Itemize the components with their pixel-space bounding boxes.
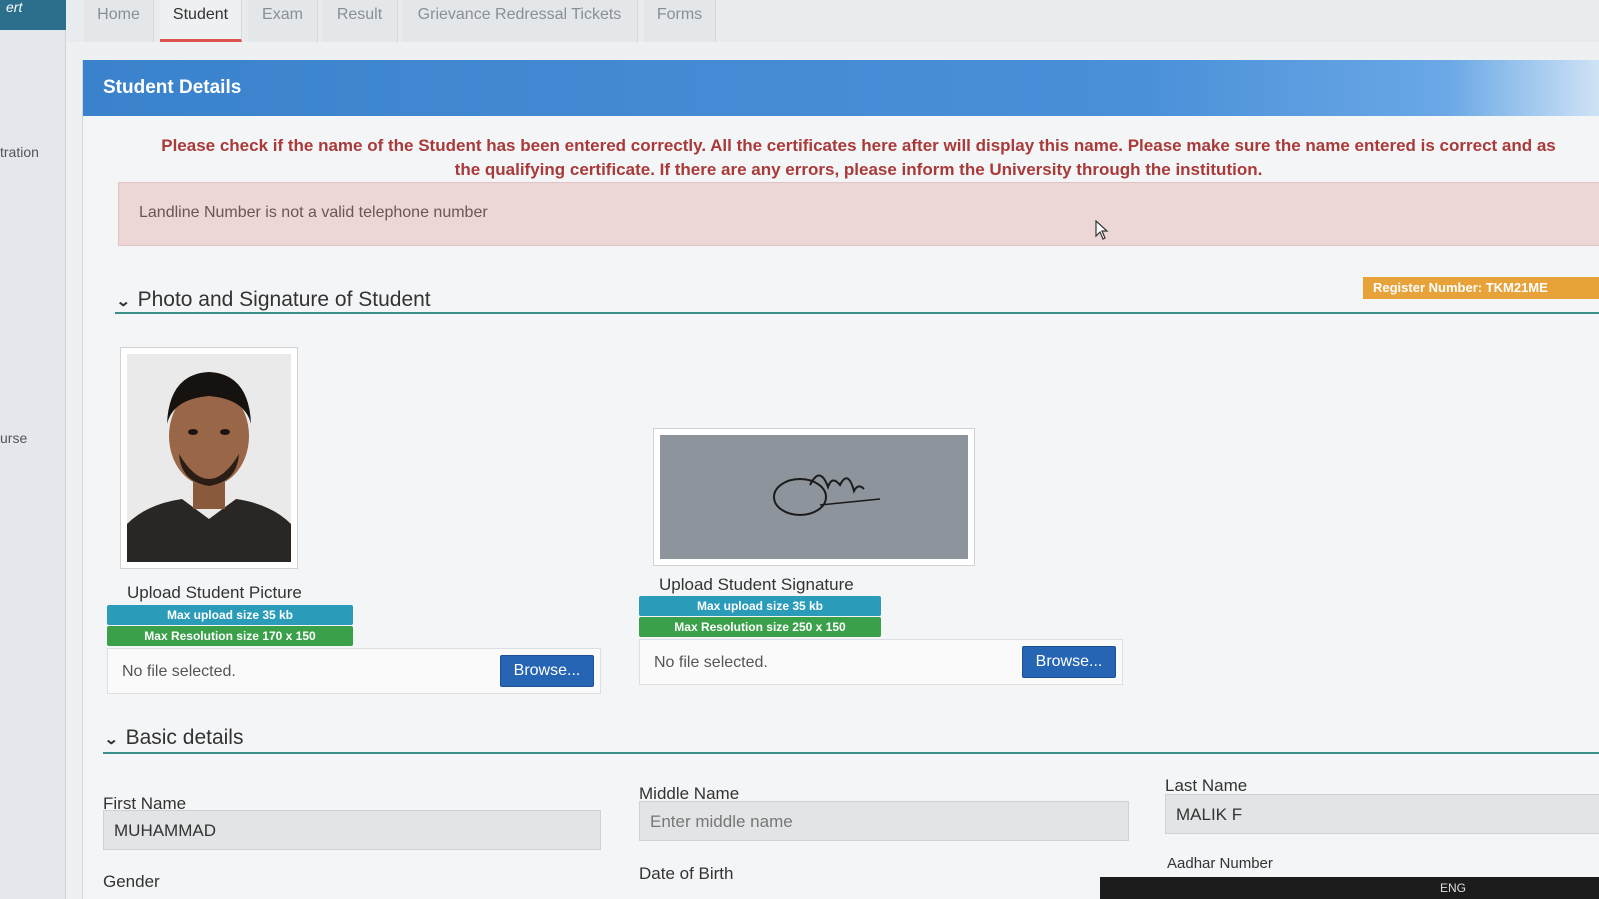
last-name-label: Last Name: [1165, 776, 1248, 795]
tab-grievance-redressal-tickets[interactable]: Grievance Redressal Tickets: [402, 0, 638, 42]
tab-exam[interactable]: Exam: [248, 0, 318, 42]
chevron-down-icon: ⌄: [115, 293, 131, 310]
picture-browse-button[interactable]: Browse...: [500, 655, 594, 687]
aadhar-number-label: Aadhar Number: [1167, 855, 1273, 872]
notice-line-2: the qualifying certificate. If there are…: [454, 160, 1263, 179]
section-title-basic-details: Basic details: [125, 726, 244, 749]
section-title-photo-signature: Photo and Signature of Student: [137, 288, 431, 311]
tab-result[interactable]: Result: [322, 0, 398, 42]
notice-line-1: Please check if the name of the Student …: [161, 136, 1556, 155]
middle-name-field[interactable]: Enter middle name: [639, 801, 1129, 841]
register-number-badge: Register Number: TKM21ME: [1363, 277, 1599, 299]
upload-signature-label: Upload Student Signature: [659, 575, 854, 594]
name-check-notice: Please check if the name of the Student …: [117, 134, 1599, 182]
validation-alert: Landline Number is not a valid telephone…: [118, 182, 1599, 246]
picture-file-status: No file selected.: [122, 663, 236, 680]
signature-max-resolution-badge: Max Resolution size 250 x 150: [639, 617, 881, 637]
section-divider: [103, 752, 1599, 754]
first-name-field[interactable]: MUHAMMAD: [103, 810, 601, 850]
signature-file-input[interactable]: No file selected. Browse...: [639, 639, 1123, 685]
person-portrait-icon: [127, 354, 291, 562]
section-header-photo-signature[interactable]: ⌄ Photo and Signature of Student: [115, 288, 431, 312]
panel-title: Student Details: [83, 60, 1599, 116]
signature-browse-button[interactable]: Browse...: [1022, 646, 1116, 678]
section-divider: [115, 312, 1599, 314]
top-nav: Home Student Exam Result Grievance Redre…: [66, 0, 1599, 42]
tab-forms[interactable]: Forms: [644, 0, 716, 42]
student-photo-image: [127, 354, 291, 562]
gender-label: Gender: [103, 872, 160, 891]
signature-file-status: No file selected.: [654, 654, 768, 671]
sidebar-brand: ert: [0, 0, 66, 30]
mouse-cursor-icon: [1095, 220, 1109, 240]
student-signature-image: [660, 435, 968, 559]
picture-file-input[interactable]: No file selected. Browse...: [107, 648, 601, 694]
picture-max-size-badge: Max upload size 35 kb: [107, 605, 353, 625]
student-photo: [120, 347, 298, 569]
sidebar-item-course[interactable]: urse: [0, 430, 27, 446]
section-header-basic-details[interactable]: ⌄ Basic details: [103, 726, 244, 750]
signature-scribble-icon: [773, 474, 881, 516]
os-taskbar: ENG: [1100, 877, 1599, 899]
chevron-down-icon: ⌄: [103, 731, 119, 748]
date-of-birth-label: Date of Birth: [639, 864, 734, 883]
picture-max-resolution-badge: Max Resolution size 170 x 150: [107, 626, 353, 646]
sidebar-item-registration[interactable]: tration: [0, 144, 39, 160]
left-sidebar: ert tration urse: [0, 0, 66, 899]
upload-picture-label: Upload Student Picture: [127, 583, 302, 602]
student-signature: [653, 428, 975, 566]
tab-student[interactable]: Student: [160, 0, 242, 42]
signature-max-size-badge: Max upload size 35 kb: [639, 596, 881, 616]
language-indicator[interactable]: ENG: [1440, 881, 1466, 895]
last-name-field[interactable]: MALIK F: [1165, 794, 1599, 834]
student-details-panel: Student Details Please check if the name…: [82, 60, 1599, 899]
tab-home[interactable]: Home: [84, 0, 154, 42]
